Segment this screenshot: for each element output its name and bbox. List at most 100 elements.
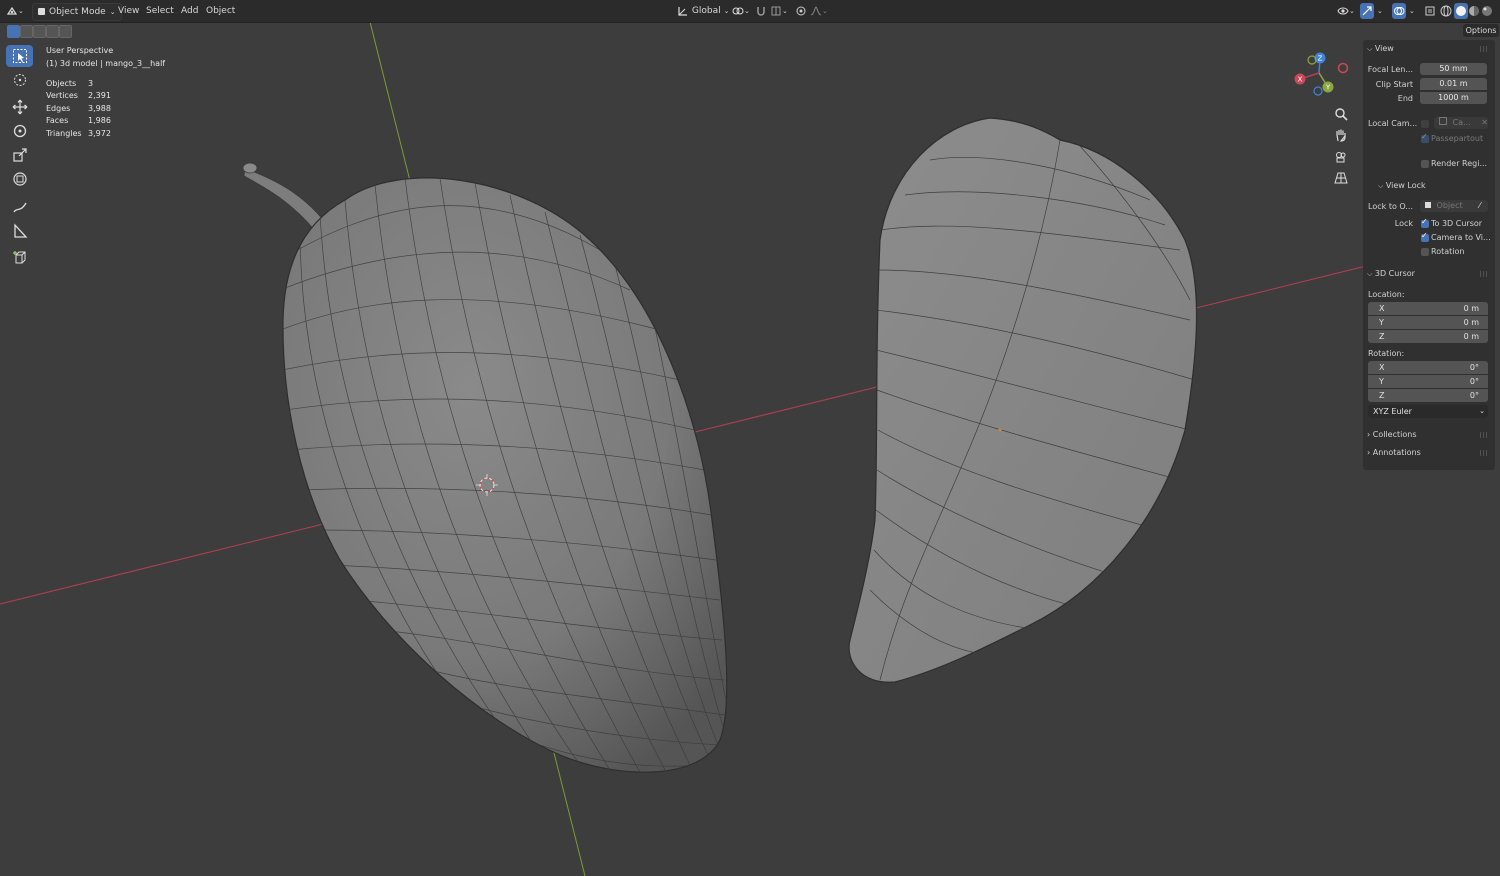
overlays-dropdown[interactable]: ⌄ (1409, 3, 1415, 19)
drag-grip-icon[interactable] (1480, 432, 1488, 438)
lock-to-object-label: Lock to O... (1368, 202, 1413, 211)
editor-type-button[interactable]: ⌄ (6, 3, 24, 19)
menu-object[interactable]: Object (201, 3, 240, 19)
tool-transform[interactable] (6, 168, 33, 190)
active-object-info: (1) 3d model | mango_3__half (46, 59, 166, 68)
lock-rotation-checkbox[interactable] (1421, 248, 1429, 256)
local-camera-checkbox[interactable] (1421, 120, 1429, 128)
tool-scale[interactable] (6, 144, 33, 166)
cursor-rotation-y[interactable]: Y 0° (1368, 375, 1488, 388)
annotate-pencil-icon (12, 202, 27, 213)
viewport-canvas[interactable] (0, 0, 1500, 876)
select-mode-intersect[interactable] (59, 25, 72, 38)
transform-orientation-dropdown[interactable]: Global ⌄ (672, 3, 734, 19)
falloff-dropdown[interactable]: ⌄ (810, 3, 828, 19)
select-mode-invert[interactable] (46, 25, 59, 38)
tool-measure[interactable] (6, 220, 33, 242)
cursor-location-x[interactable]: X 0 m (1368, 302, 1488, 315)
stat-triangles-label: Triangles (46, 129, 82, 138)
menu-select[interactable]: Select (141, 3, 179, 19)
snap-target-dropdown[interactable]: ⌄ (770, 3, 788, 19)
collections-section-header[interactable]: › Collections (1367, 430, 1417, 439)
chevron-right-icon: › (1367, 448, 1371, 457)
pivot-dropdown[interactable]: ⌄ (732, 3, 750, 19)
snap-toggle[interactable] (755, 3, 767, 19)
gizmo-toggle[interactable] (1360, 3, 1374, 19)
gizmo-dropdown[interactable]: ⌄ (1377, 3, 1383, 19)
navigation-gizmo[interactable]: Z Y X (1292, 50, 1352, 100)
tool-cursor[interactable] (6, 69, 33, 91)
xray-icon (1425, 6, 1435, 15)
shading-material[interactable] (1468, 3, 1480, 19)
options-button[interactable]: Options (1463, 24, 1499, 37)
render-region-checkbox[interactable] (1421, 160, 1429, 168)
chevron-down-icon: ⌵ (1367, 45, 1373, 53)
tool-rotate[interactable] (6, 120, 33, 142)
drag-grip-icon[interactable] (1480, 271, 1488, 277)
rotate-icon (13, 124, 26, 138)
camera-view-button[interactable] (1332, 148, 1350, 166)
drag-grip-icon[interactable] (1480, 450, 1488, 456)
clip-start-field[interactable]: 0.01 m (1420, 78, 1487, 90)
clip-start-label: Clip Start (1375, 80, 1413, 89)
pan-button[interactable] (1332, 126, 1350, 144)
wireframe-sphere-icon (1440, 5, 1452, 16)
stat-faces-value: 1,986 (88, 116, 111, 125)
tool-select-box[interactable] (6, 45, 33, 67)
shading-wireframe[interactable] (1440, 3, 1452, 19)
shading-rendered[interactable] (1481, 3, 1493, 19)
camera-to-view-checkbox[interactable] (1421, 231, 1429, 242)
cursor-location-z[interactable]: Z 0 m (1368, 330, 1488, 343)
stat-objects-value: 3 (88, 79, 94, 88)
3d-cursor-section-header[interactable]: ⌵ 3D Cursor (1367, 269, 1415, 279)
visibility-dropdown[interactable]: ⌄ (1337, 3, 1355, 19)
solid-sphere-icon (1456, 5, 1466, 16)
shading-solid[interactable] (1454, 3, 1468, 19)
clip-end-field[interactable]: 1000 m (1420, 92, 1487, 104)
cursor-rotation-x[interactable]: X 0° (1368, 361, 1488, 374)
annotations-section-header[interactable]: › Annotations (1367, 448, 1421, 457)
svg-text:X: X (1298, 76, 1303, 84)
view-section-header[interactable]: ⌵ View (1367, 44, 1394, 54)
menu-view[interactable]: View (113, 3, 144, 19)
lock-label: Lock (1394, 219, 1413, 228)
camera-object-icon (1439, 117, 1447, 125)
stat-edges-label: Edges (46, 104, 71, 113)
local-camera-field[interactable]: Ca... ✕ (1434, 117, 1488, 129)
focal-length-field[interactable]: 50 mm (1420, 63, 1487, 75)
stat-edges-value: 3,988 (88, 104, 111, 113)
drag-grip-icon[interactable] (1480, 46, 1488, 52)
menu-add[interactable]: Add (176, 3, 203, 19)
mode-dropdown[interactable]: Object Mode ⌄ (32, 3, 122, 21)
orientation-icon (678, 6, 687, 16)
passepartout-checkbox[interactable] (1421, 132, 1429, 143)
select-mode-new[interactable] (7, 25, 20, 38)
gizmo-neg-y[interactable] (1307, 55, 1317, 65)
viewport-editor-icon (6, 6, 18, 15)
chevron-down-icon: ⌵ (1367, 270, 1373, 278)
gizmo-neg-x[interactable] (1337, 62, 1349, 74)
tool-move[interactable] (6, 96, 33, 118)
xray-toggle[interactable] (1424, 3, 1436, 19)
camera-to-view-label: Camera to Vi... (1431, 233, 1491, 242)
cursor-rotation-z[interactable]: Z 0° (1368, 389, 1488, 402)
cursor-location-y[interactable]: Y 0 m (1368, 316, 1488, 329)
lock-to-cursor-checkbox[interactable] (1421, 217, 1429, 228)
zoom-button[interactable] (1332, 105, 1350, 123)
overlays-toggle[interactable] (1392, 3, 1406, 19)
mango-half-mesh (848, 117, 1198, 683)
proportional-edit-toggle[interactable] (795, 3, 807, 19)
perspective-toggle-button[interactable] (1332, 169, 1350, 187)
rotation-mode-dropdown[interactable]: XYZ Euler ⌄ (1368, 405, 1488, 418)
object-cube-icon (1425, 202, 1431, 208)
tool-annotate[interactable] (6, 196, 33, 218)
select-mode-subtract[interactable] (33, 25, 46, 38)
clear-icon[interactable]: ✕ (1481, 118, 1488, 127)
lock-to-object-field[interactable]: Object ⁄ (1420, 200, 1488, 212)
view-lock-subheader[interactable]: ⌵ View Lock (1378, 181, 1426, 191)
select-mode-extend[interactable] (20, 25, 33, 38)
eyedropper-icon[interactable]: ⁄ (1479, 201, 1480, 210)
overlays-icon (1394, 6, 1405, 15)
gizmo-neg-z[interactable] (1313, 86, 1323, 96)
tool-add-cube[interactable] (6, 247, 33, 269)
